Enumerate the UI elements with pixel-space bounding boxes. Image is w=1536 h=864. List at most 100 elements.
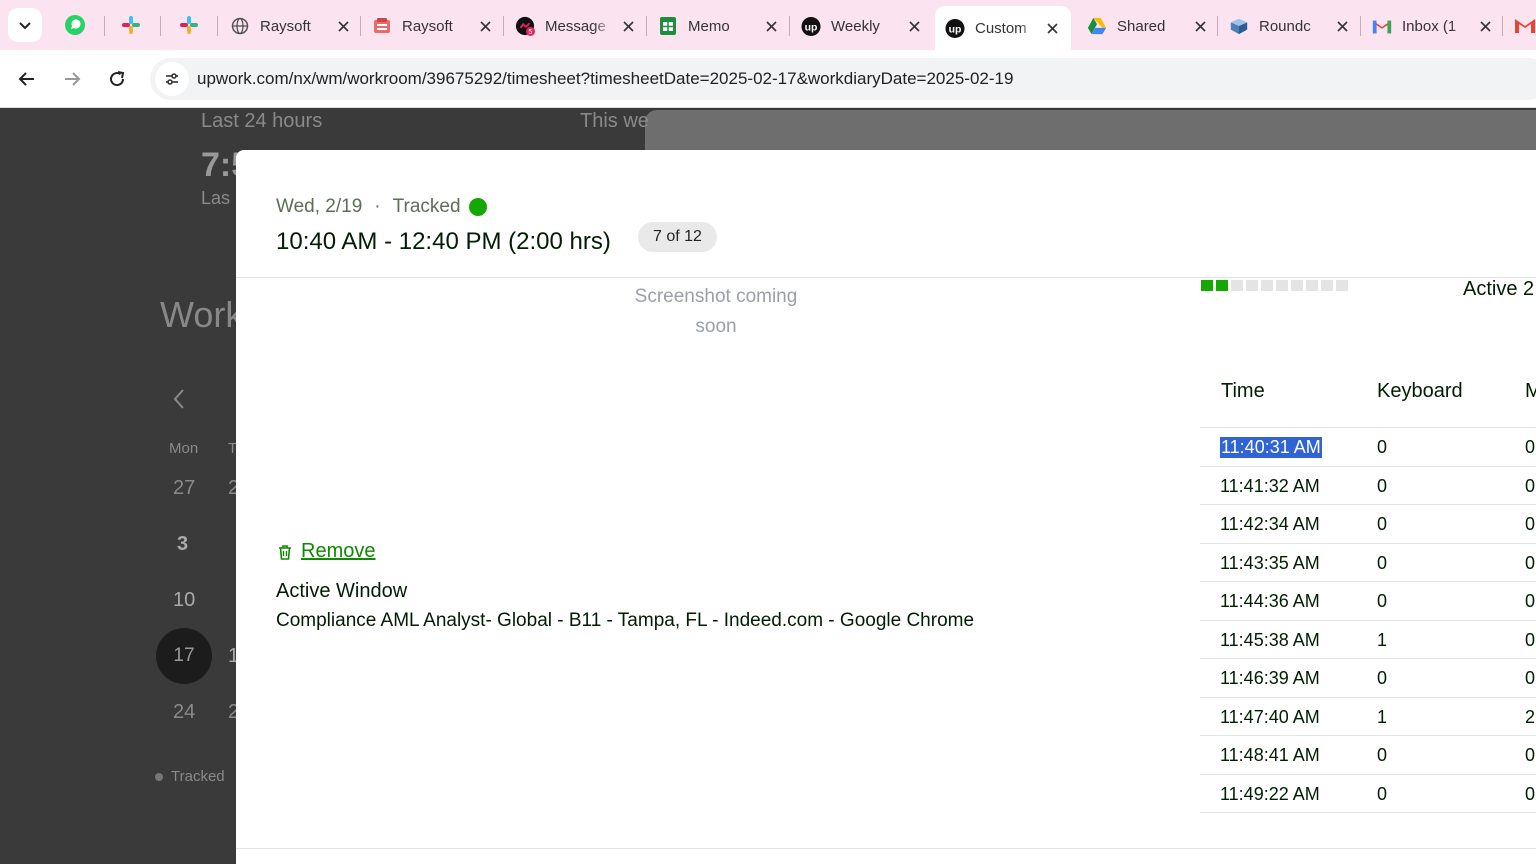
svg-text:up: up <box>805 22 818 33</box>
tab-raysoft-1[interactable]: Raysoft <box>220 8 362 44</box>
upwork-icon: up <box>945 18 965 38</box>
tab-title: Weekly <box>831 17 880 35</box>
screenshot-placeholder: Screenshot coming soon <box>634 286 798 337</box>
close-icon <box>1046 22 1058 34</box>
tab-title: Inbox (1 <box>1402 17 1457 35</box>
modal-footer-divider <box>236 848 1536 849</box>
back-button[interactable] <box>11 63 43 95</box>
modal-subheading: Wed, 2/19 · Tracked <box>276 196 487 218</box>
cell-keyboard: 0 <box>1377 514 1388 534</box>
tab-search-button[interactable] <box>8 8 42 42</box>
tab-shared[interactable]: Shared <box>1077 8 1219 44</box>
weekday-mon: Mon <box>169 440 199 457</box>
url-text: upwork.com/nx/wm/workroom/39675292/times… <box>197 69 1014 88</box>
separator-dot: · <box>374 196 381 217</box>
activity-table-header: Time Keyboard M <box>1200 376 1536 428</box>
tab-weekly[interactable]: up Weekly <box>791 8 933 44</box>
tab-title: Raysoft <box>402 17 453 35</box>
tab-close-button[interactable] <box>1333 17 1351 35</box>
reload-button[interactable] <box>101 63 133 95</box>
tab-close-button[interactable] <box>1476 17 1494 35</box>
reload-icon <box>110 71 125 87</box>
tab-close-button[interactable] <box>619 17 637 35</box>
active-window-value: Compliance AML Analyst- Global - B11 - T… <box>276 610 975 631</box>
table-row: 11:43:35 AM 0 0 <box>1200 544 1536 582</box>
remove-button[interactable]: Remove <box>276 540 375 563</box>
tab-notification-badge: 5 <box>528 27 532 36</box>
tab-roundcube[interactable]: Roundc <box>1219 8 1361 44</box>
address-bar[interactable]: upwork.com/nx/wm/workroom/39675292/times… <box>150 58 1536 100</box>
tab-raysoft-2[interactable]: Raysoft <box>362 8 504 44</box>
cell-mouse: 0 <box>1525 475 1536 496</box>
cell-keyboard: 0 <box>1377 437 1388 457</box>
pinned-tab-whatsapp[interactable] <box>60 10 90 40</box>
tab-close-button[interactable] <box>334 17 352 35</box>
work-diary-heading: Work <box>160 294 244 335</box>
remove-label: Remove <box>301 540 376 562</box>
cell-time: 11:46:39 AM <box>1220 668 1320 688</box>
activity-segment <box>1306 280 1318 291</box>
calendar-day[interactable]: 3 <box>177 533 188 556</box>
tab-title: Message <box>545 17 606 35</box>
cell-time: 11:43:35 AM <box>1220 552 1320 573</box>
cell-mouse: 0 <box>1525 745 1536 765</box>
calendar-prev-button[interactable] <box>172 388 186 415</box>
table-row: 11:42:34 AM 0 0 <box>1200 505 1536 544</box>
whatsapp-icon <box>65 15 85 35</box>
activity-segment <box>1336 280 1348 291</box>
calendar-day[interactable]: 24 <box>173 701 195 724</box>
tab-close-button[interactable] <box>1043 19 1061 37</box>
tab-messages[interactable]: 5 Message <box>505 8 647 44</box>
legend-tracked-label: Tracked <box>171 768 225 785</box>
column-header-time: Time <box>1221 380 1265 402</box>
close-icon <box>1194 20 1206 32</box>
activity-table-body: 11:40:31 AM 0 0 11:41:32 AM 0 0 11:42:34 AM 0 0 1… <box>1200 428 1536 813</box>
cell-time: 11:41:32 AM <box>1220 475 1320 496</box>
tab-overflow-gmail[interactable] <box>1510 10 1536 40</box>
calendar-day[interactable]: 10 <box>173 589 195 612</box>
cell-mouse: 0 <box>1525 668 1536 688</box>
cell-keyboard: 0 <box>1377 783 1388 804</box>
cell-mouse: 0 <box>1525 514 1536 534</box>
site-info-button[interactable] <box>155 62 189 96</box>
cell-mouse: 0 <box>1525 783 1536 804</box>
active-window-label: Active Window <box>276 580 408 602</box>
calendar-day[interactable]: 27 <box>173 477 195 500</box>
cell-time: 11:48:41 AM <box>1220 745 1320 765</box>
tab-close-button[interactable] <box>905 17 923 35</box>
activity-segment <box>1201 280 1213 291</box>
entry-status: Tracked <box>392 196 461 217</box>
table-row: 11:47:40 AM 1 2 <box>1200 698 1536 736</box>
tab-memo[interactable]: Memo <box>648 8 790 44</box>
browser-toolbar: upwork.com/nx/wm/workroom/39675292/times… <box>0 50 1536 108</box>
table-row: 11:45:38 AM 1 0 <box>1200 621 1536 659</box>
calendar-legend: Tracked <box>155 768 225 785</box>
forward-button[interactable] <box>56 63 88 95</box>
close-icon <box>479 20 491 32</box>
close-icon <box>908 20 920 32</box>
table-row: 11:46:39 AM 0 0 <box>1200 659 1536 698</box>
tab-close-button[interactable] <box>476 17 494 35</box>
upwork-icon: up <box>801 16 821 36</box>
tab-title: Shared <box>1117 17 1166 35</box>
tab-close-button[interactable] <box>762 17 780 35</box>
cell-keyboard: 0 <box>1377 668 1388 688</box>
slack-icon <box>122 16 140 34</box>
calendar-day-selected[interactable]: 17 <box>156 628 212 684</box>
column-header-keyboard: Keyboard <box>1377 380 1463 402</box>
gmail-icon <box>1372 20 1392 33</box>
tab-close-button[interactable] <box>1191 17 1209 35</box>
modal-header: Wed, 2/19 · Tracked 10:40 AM - 12:40 PM … <box>236 150 1536 278</box>
this-week-label: This we <box>580 110 649 132</box>
pinned-tab-slack-2[interactable] <box>174 10 204 40</box>
activity-segment <box>1321 280 1333 291</box>
tracked-status-dot <box>468 198 487 216</box>
pinned-tab-slack-1[interactable] <box>116 10 146 40</box>
tab-title: Custom <box>975 19 1027 37</box>
close-icon <box>1479 20 1491 32</box>
tab-inbox[interactable]: Inbox (1 <box>1362 8 1504 44</box>
tab-custom-active[interactable]: up Custom <box>935 6 1071 50</box>
entry-time-range: 10:40 AM - 12:40 PM (2:00 hrs) <box>276 228 611 255</box>
cell-mouse: 0 <box>1525 591 1536 611</box>
last-24-hours-label: Last 24 hours <box>201 110 323 132</box>
